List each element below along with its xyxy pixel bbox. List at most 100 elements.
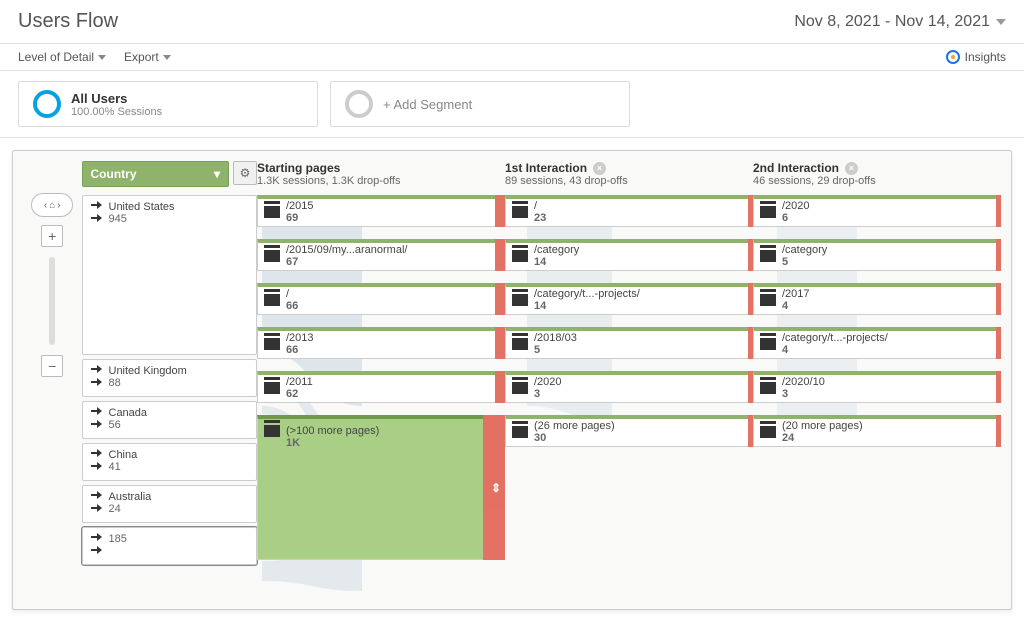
page-node[interactable]: /category/t...-projects/ 4 (753, 327, 1001, 359)
remove-step-button[interactable]: × (845, 162, 858, 175)
page-label: /2015 (286, 200, 314, 212)
step-sub: 89 sessions, 43 drop-offs (505, 175, 753, 187)
page-node[interactable]: /2011 62 (257, 371, 505, 403)
arrow-right-icon (91, 202, 103, 214)
page-label: /category/t...-projects/ (782, 332, 888, 344)
page-label: /2020 (534, 376, 562, 388)
page-icon (760, 426, 776, 438)
source-node[interactable]: United States 945 (82, 195, 258, 355)
chevron-left-icon: ‹ (44, 200, 47, 211)
page-node[interactable]: / 66 (257, 283, 505, 315)
page-node[interactable]: /2020 3 (505, 371, 753, 403)
drop-off-bar (996, 239, 1001, 271)
source-node[interactable]: 185 (82, 527, 258, 565)
page-value: 62 (286, 388, 313, 400)
arrow-right-icon (91, 215, 103, 227)
arrow-right-icon (91, 534, 103, 546)
step-title: Starting pages (257, 161, 340, 175)
page-label: /2013 (286, 332, 314, 344)
segment-all-users[interactable]: All Users 100.00% Sessions (18, 81, 318, 127)
page-label: /2020 (782, 200, 810, 212)
page-value: 3 (782, 388, 825, 400)
zoom-slider[interactable] (49, 257, 55, 345)
segment-sub: 100.00% Sessions (71, 106, 162, 118)
page-node[interactable]: /2018/03 5 (505, 327, 753, 359)
remove-step-button[interactable]: × (593, 162, 606, 175)
drop-off-bar (495, 371, 505, 403)
level-of-detail-menu[interactable]: Level of Detail (18, 50, 106, 64)
dimension-settings-button[interactable]: ⚙ (233, 161, 257, 185)
arrow-right-icon (91, 505, 103, 517)
page-node[interactable]: /category 5 (753, 239, 1001, 271)
page-node[interactable]: /2017 4 (753, 283, 1001, 315)
drop-off-bar (996, 283, 1001, 315)
caret-down-icon (996, 19, 1006, 25)
page-node[interactable]: (20 more pages) 24 (753, 415, 1001, 447)
page-label: /2015/09/my...aranormal/ (286, 244, 407, 256)
source-node[interactable]: United Kingdom 88 (82, 359, 258, 397)
caret-down-icon: ▾ (214, 167, 220, 181)
insights-label: Insights (965, 50, 1006, 64)
source-node[interactable]: Canada 56 (82, 401, 258, 439)
flow-home-button[interactable]: ‹ ⌂ › (31, 193, 73, 217)
page-value: 4 (782, 344, 888, 356)
source-label: China (109, 449, 138, 461)
page-node[interactable]: / 23 (505, 195, 753, 227)
arrow-right-icon (91, 450, 103, 462)
arrow-right-icon (91, 463, 103, 475)
segment-circle-icon (345, 90, 373, 118)
page-value: 23 (534, 212, 546, 224)
arrow-right-icon (91, 547, 103, 559)
page-node[interactable]: /category 14 (505, 239, 753, 271)
segment-circle-icon (33, 90, 61, 118)
drop-off-bar (495, 327, 505, 359)
page-icon (264, 250, 280, 262)
page-node[interactable]: /2020/10 3 (753, 371, 1001, 403)
dimension-selector[interactable]: Country ▾ (82, 161, 230, 187)
page-label: /2018/03 (534, 332, 577, 344)
segment-title: All Users (71, 91, 162, 106)
drag-handle-icon[interactable]: ⇕ (491, 481, 501, 495)
page-label: /2020/10 (782, 376, 825, 388)
zoom-out-button[interactable]: − (41, 355, 63, 377)
page-node[interactable]: (26 more pages) 30 (505, 415, 753, 447)
page-icon (760, 206, 776, 218)
page-icon (760, 250, 776, 262)
export-menu[interactable]: Export (124, 50, 171, 64)
page-icon (264, 382, 280, 394)
page-icon (512, 250, 528, 262)
page-node[interactable]: /2013 66 (257, 327, 505, 359)
source-node[interactable]: China 41 (82, 443, 258, 481)
page-value: 30 (534, 432, 615, 444)
page-node[interactable]: /2015/09/my...aranormal/ 67 (257, 239, 505, 271)
drop-off-bar: ⇕ (483, 415, 505, 560)
drop-off-bar (495, 195, 505, 227)
dimension-label: Country (91, 167, 137, 181)
level-label: Level of Detail (18, 50, 94, 64)
users-flow-canvas[interactable]: ‹ ⌂ › + − Country ▾ ⚙ (12, 150, 1012, 610)
step-title: 2nd Interaction (753, 161, 839, 175)
page-value: 6 (782, 212, 810, 224)
drop-off-bar (996, 195, 1001, 227)
source-value: 945 (109, 213, 175, 225)
insights-button[interactable]: Insights (946, 50, 1006, 64)
zoom-in-button[interactable]: + (41, 225, 63, 247)
page-node[interactable]: (>100 more pages) 1K ⇕ (257, 415, 505, 560)
date-range-selector[interactable]: Nov 8, 2021 - Nov 14, 2021 (794, 13, 1006, 31)
source-value: 88 (109, 377, 187, 389)
page-node[interactable]: /2015 69 (257, 195, 505, 227)
page-value: 5 (534, 344, 577, 356)
add-segment-button[interactable]: + Add Segment (330, 81, 630, 127)
page-icon (512, 338, 528, 350)
page-value: 3 (534, 388, 562, 400)
page-value: 66 (286, 344, 314, 356)
source-label: United Kingdom (109, 365, 187, 377)
source-node[interactable]: Australia 24 (82, 485, 258, 523)
page-node[interactable]: /2020 6 (753, 195, 1001, 227)
page-icon (512, 206, 528, 218)
arrow-right-icon (91, 379, 103, 391)
page-value: 14 (534, 256, 579, 268)
page-node[interactable]: /category/t...-projects/ 14 (505, 283, 753, 315)
source-value: 24 (109, 503, 152, 515)
page-label: /category/t...-projects/ (534, 288, 640, 300)
